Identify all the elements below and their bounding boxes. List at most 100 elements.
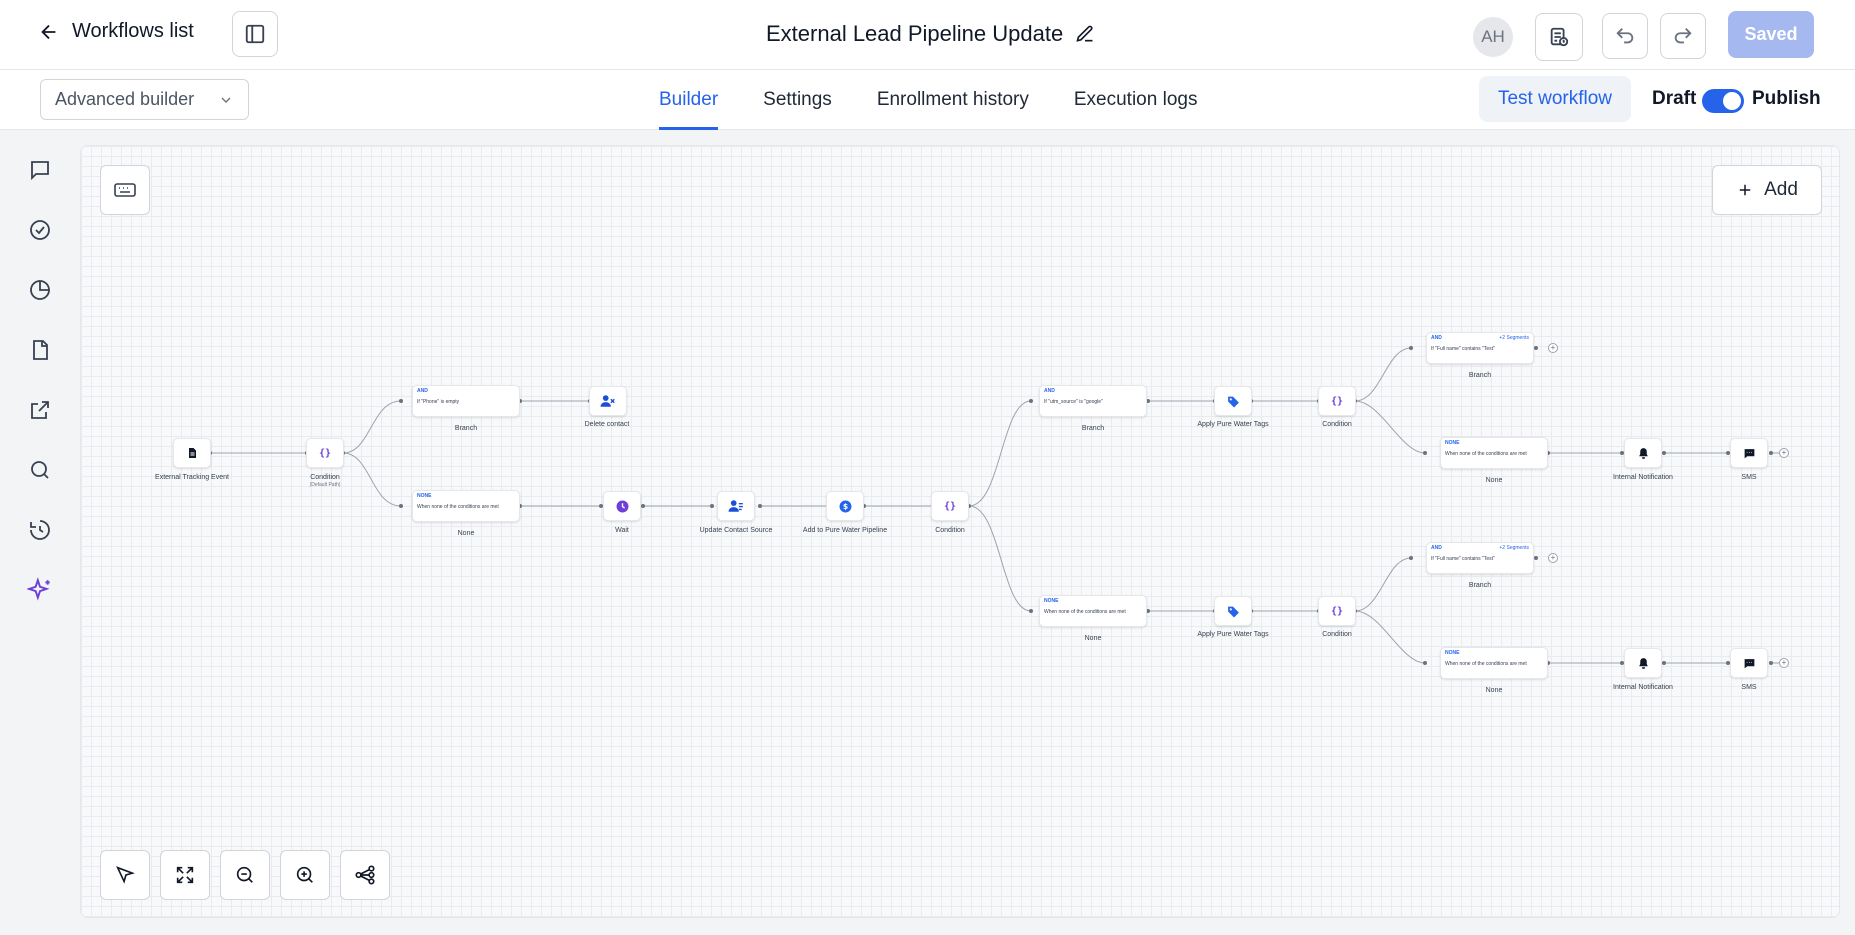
add-to-pipeline-label: Add to Pure Water Pipeline	[802, 527, 888, 534]
condition-mid-node[interactable]: {}	[931, 491, 969, 521]
publish-toggle[interactable]	[1702, 89, 1744, 113]
branch-bottom-node[interactable]: AND +2 Segments If "Full name" contains …	[1426, 542, 1534, 574]
branch-top-node[interactable]: AND +2 Segments If "Full name" contains …	[1426, 332, 1534, 364]
tag-icon	[1227, 396, 1239, 407]
fit-view-icon	[176, 866, 194, 884]
none-badge: NONE	[417, 493, 432, 499]
condition-bottom-node[interactable]: {}	[1318, 596, 1356, 626]
internal-notification-top-node[interactable]	[1624, 438, 1662, 468]
condition-top-label: Condition	[1322, 421, 1352, 428]
apply-tags-bottom-node[interactable]	[1214, 596, 1252, 626]
pie-chart-icon	[30, 280, 50, 300]
toggle-sidebar-button[interactable]	[232, 11, 278, 57]
none-bottom-label: None	[1485, 687, 1503, 694]
trigger-label: External Tracking Event	[155, 474, 229, 481]
fit-view-button[interactable]	[160, 850, 210, 900]
tab-settings[interactable]: Settings	[763, 70, 832, 130]
zoom-out-button[interactable]	[220, 850, 270, 900]
trigger-node[interactable]	[173, 438, 211, 468]
sidebar-item-comments[interactable]	[26, 156, 54, 184]
sidebar-item-files[interactable]	[26, 336, 54, 364]
sidebar-item-search[interactable]	[26, 456, 54, 484]
tab-enrollment-history[interactable]: Enrollment history	[877, 70, 1029, 130]
update-contact-source-node[interactable]	[717, 491, 755, 521]
condition-top-node[interactable]: {}	[1318, 386, 1356, 416]
sidebar-panel-icon	[245, 24, 265, 44]
segments-badge: +2 Segments	[1499, 545, 1529, 551]
branch-bottom-label: Branch	[1468, 582, 1492, 589]
chat-icon	[31, 161, 49, 181]
none-mid-node[interactable]: NONE When none of the conditions are met	[1039, 595, 1147, 627]
sidebar-item-checks[interactable]	[26, 216, 54, 244]
add-step-plus-icon[interactable]: +	[1779, 448, 1789, 458]
none-bottom-node[interactable]: NONE When none of the conditions are met	[1440, 647, 1548, 679]
add-step-plus-icon[interactable]: +	[1779, 658, 1789, 668]
top-bar: Workflows list External Lead Pipeline Up…	[0, 0, 1855, 70]
external-link-icon	[31, 401, 49, 419]
branch-label: Branch	[454, 425, 478, 432]
undo-button[interactable]	[1602, 13, 1648, 59]
none-mid-label: None	[1084, 635, 1102, 642]
sms-top-node[interactable]	[1730, 438, 1768, 468]
back-to-workflows-link[interactable]: Workflows list	[38, 20, 194, 43]
select-tool-button[interactable]	[100, 850, 150, 900]
avatar[interactable]: AH	[1473, 17, 1513, 57]
test-workflow-button[interactable]: Test workflow	[1479, 76, 1631, 122]
none-top-node[interactable]: NONE When none of the conditions are met	[1440, 437, 1548, 469]
condition-label: Condition	[310, 474, 340, 481]
none-text: When none of the conditions are met	[1445, 451, 1527, 457]
sidebar-item-export[interactable]	[26, 396, 54, 424]
user-edit-icon	[728, 500, 743, 512]
redo-button[interactable]	[1660, 13, 1706, 59]
chevron-down-icon	[221, 97, 231, 103]
bell-icon	[1638, 657, 1648, 669]
auto-layout-button[interactable]	[340, 850, 390, 900]
sidebar-item-ai[interactable]	[26, 576, 54, 604]
none-label: None	[457, 530, 475, 537]
none-top-label: None	[1485, 477, 1503, 484]
sidebar-item-history[interactable]	[26, 516, 54, 544]
document-history-icon	[1550, 27, 1569, 47]
branch-top-label: Branch	[1468, 372, 1492, 379]
builder-mode-value: Advanced builder	[55, 89, 195, 109]
sidebar-item-stats[interactable]	[26, 276, 54, 304]
apply-tags-top-node[interactable]	[1214, 386, 1252, 416]
none-main-node[interactable]: NONE When none of the conditions are met	[412, 490, 520, 522]
condition-bottom-label: Condition	[1322, 631, 1352, 638]
svg-text:$: $	[842, 502, 847, 511]
zoom-in-button[interactable]	[280, 850, 330, 900]
condition-node[interactable]: {}	[306, 438, 344, 468]
bell-icon	[1638, 447, 1648, 459]
builder-mode-select[interactable]: Advanced builder	[40, 79, 249, 120]
branch-utm-node[interactable]: AND If "utm_source" is "google"	[1039, 385, 1147, 417]
branch-phone-node[interactable]: AND If "Phone" is empty	[412, 385, 520, 417]
arrow-left-icon	[41, 24, 56, 39]
internal-notification-bottom-node[interactable]	[1624, 648, 1662, 678]
version-history-button[interactable]	[1535, 13, 1583, 61]
wait-node[interactable]	[603, 491, 641, 521]
apply-tags-top-label: Apply Pure Water Tags	[1197, 421, 1269, 428]
internal-notification-bottom-label: Internal Notification	[1613, 684, 1673, 691]
add-step-plus-icon[interactable]: +	[1548, 343, 1558, 353]
branch-badge: AND	[417, 388, 428, 394]
tab-builder[interactable]: Builder	[659, 70, 719, 130]
zoom-in-icon	[296, 866, 313, 883]
workflow-title[interactable]: External Lead Pipeline Update	[766, 21, 1095, 47]
pencil-icon[interactable]	[1075, 24, 1095, 44]
saved-button[interactable]: Saved	[1728, 11, 1814, 58]
braces-icon: {}	[1330, 395, 1344, 407]
branch-badge: AND	[1431, 545, 1442, 551]
workflow-canvas[interactable]: Add External Tracking Event {} Condition…	[80, 145, 1840, 918]
pointer-icon	[116, 866, 135, 884]
add-to-pipeline-node[interactable]: $	[826, 491, 864, 521]
file-icon	[33, 340, 48, 360]
add-step-plus-icon[interactable]: +	[1548, 553, 1558, 563]
delete-contact-node[interactable]	[589, 386, 627, 416]
none-text: When none of the conditions are met	[417, 504, 499, 510]
publish-label: Publish	[1752, 88, 1821, 109]
sms-bottom-node[interactable]	[1730, 648, 1768, 678]
internal-notification-top-label: Internal Notification	[1613, 474, 1673, 481]
braces-icon: {}	[1330, 605, 1344, 617]
update-contact-source-label: Update Contact Source	[699, 527, 773, 534]
tab-execution-logs[interactable]: Execution logs	[1074, 70, 1198, 130]
